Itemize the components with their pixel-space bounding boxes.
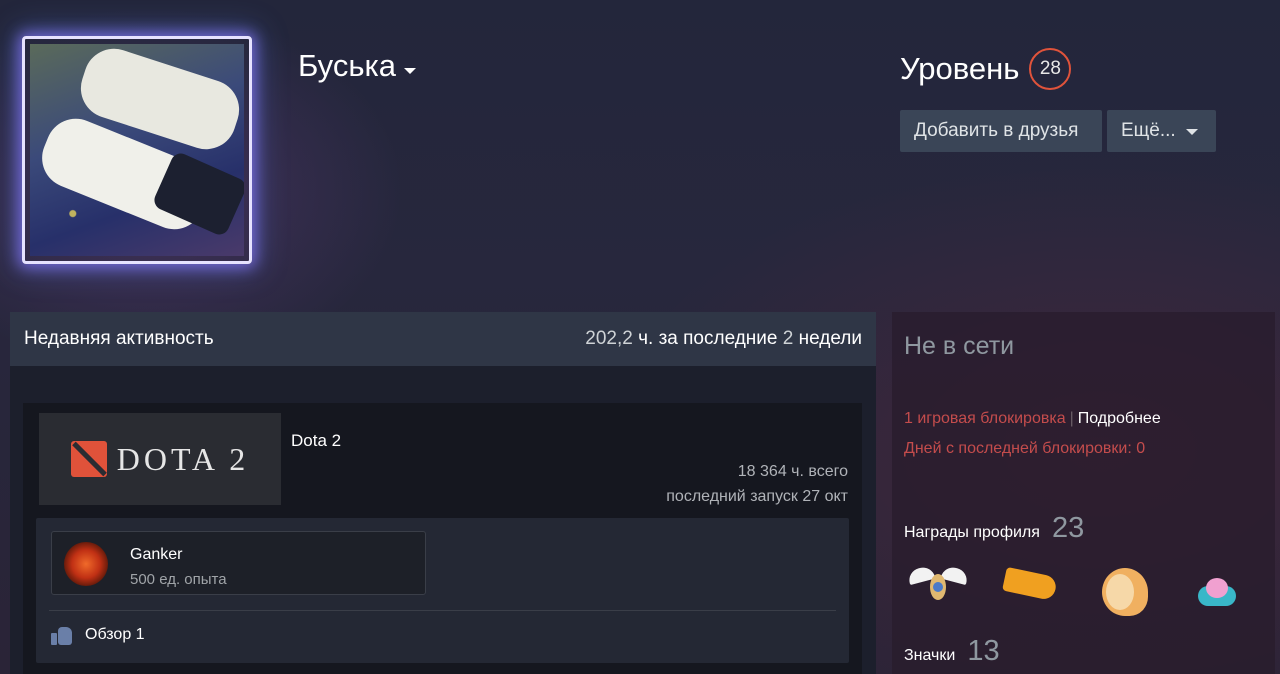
level-label: Уровень [900, 51, 1020, 86]
recent-activity-panel: Недавняя активность 202,2 ч. за последни… [10, 312, 876, 674]
ban-details-link[interactable]: Подробнее [1078, 410, 1161, 427]
chevron-down-icon [403, 68, 416, 74]
game-logo[interactable]: DOTA 2 [39, 413, 281, 505]
add-friend-button[interactable]: Добавить в друзья [900, 110, 1102, 152]
awards-label: Награды профиля [904, 524, 1040, 541]
weeks-value: 2 [782, 328, 794, 349]
hours-value: 202,2 [585, 328, 633, 349]
horse-award-icon[interactable] [1098, 560, 1154, 620]
profile-sidebar: Не в сети 1 игровая блокировка | Подробнее… [892, 312, 1275, 674]
recent-activity-hours: 202,2 ч. за последние 2 недели [585, 328, 862, 350]
achievement-item[interactable]: Ganker 500 ед. опыта [51, 531, 426, 595]
recent-activity-title: Недавняя активность [24, 328, 214, 349]
chevron-down-icon [1185, 129, 1198, 135]
achievement-xp: 500 ед. опыта [130, 571, 227, 588]
game-logo-text: DOTA 2 [116, 440, 250, 477]
dragon-award-icon[interactable] [1002, 564, 1058, 604]
achievement-icon [64, 542, 108, 586]
game-card: DOTA 2 Dota 2 18 364 ч. всего последний … [23, 403, 862, 674]
total-hours: 18 364 ч. всего [737, 463, 848, 480]
more-button-label: Ещё... [1121, 120, 1176, 141]
more-button[interactable]: Ещё... [1107, 110, 1216, 152]
persona-name: Буська [298, 48, 396, 83]
awards-count: 23 [1051, 512, 1085, 544]
winged-award-icon[interactable] [906, 564, 970, 608]
achievement-name: Ganker [130, 546, 183, 563]
divider [49, 610, 836, 611]
last-played: последний запуск 27 окт [666, 488, 848, 505]
avatar-frame [22, 36, 252, 264]
review-link[interactable]: Обзор 1 [51, 625, 145, 645]
badges-count: 13 [967, 635, 1000, 667]
ban-separator: | [1069, 410, 1074, 427]
ban-info: 1 игровая блокировка | Подробнее [904, 410, 1161, 428]
persona-name-dropdown[interactable]: Буська [298, 48, 416, 84]
profile-awards-link[interactable]: Награды профиля 23 [904, 512, 1084, 545]
game-details: Ganker 500 ед. опыта Обзор 1 [36, 518, 849, 663]
badges-link[interactable]: Значки 13 [904, 635, 1000, 668]
ban-text: 1 игровая блокировка [904, 410, 1066, 427]
badges-label: Значки [904, 647, 956, 664]
level-badge[interactable]: 28 [1029, 48, 1072, 90]
ban-days: Дней с последней блокировки: 0 [904, 440, 1146, 457]
thumbs-up-icon [51, 625, 73, 645]
online-status: Не в сети [904, 332, 1015, 360]
review-label: Обзор 1 [85, 626, 145, 643]
creature-award-icon[interactable] [1198, 578, 1236, 608]
avatar[interactable] [22, 36, 252, 264]
hours-text: ч. за последние [638, 328, 778, 349]
game-name[interactable]: Dota 2 [291, 431, 341, 451]
weeks-text: недели [798, 328, 862, 349]
game-stats: 18 364 ч. всего последний запуск 27 окт [666, 459, 848, 509]
level-section: Уровень 28 [900, 48, 1072, 90]
dota-logo-icon [70, 441, 107, 477]
recent-activity-header: Недавняя активность 202,2 ч. за последни… [10, 312, 876, 366]
